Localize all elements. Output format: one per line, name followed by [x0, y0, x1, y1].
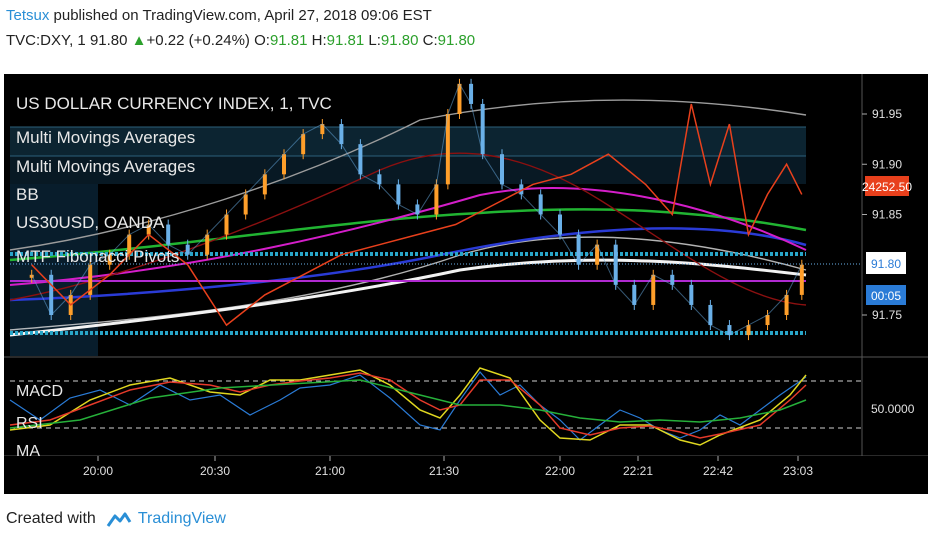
candle-body — [282, 154, 286, 175]
ohlc-c-value: 91.80 — [437, 32, 476, 49]
candle-body — [49, 274, 54, 315]
symbol-info: TVC:DXY, 1 91.80 ▲+0.22 (+0.24%) O:91.81… — [6, 32, 475, 49]
candle-body — [784, 294, 789, 315]
ohlc-l-value: 91.80 — [380, 32, 419, 49]
candle-body — [576, 234, 581, 265]
candle-body — [613, 244, 618, 285]
ohlc-o-label: O: — [254, 32, 270, 49]
price-tick-label: 91.75 — [872, 308, 902, 322]
time-tick-label: 21:00 — [315, 464, 345, 478]
time-tick-label: 20:00 — [83, 464, 113, 478]
candle-body — [224, 214, 229, 235]
ohlc-o-value: 91.81 — [269, 32, 308, 49]
ohlc-h-value: 91.81 — [326, 32, 365, 49]
us30-price-label: 24252.50 — [862, 180, 912, 194]
legend-item[interactable]: Multi Movings Averages — [16, 128, 195, 147]
candle-body — [301, 134, 306, 155]
ohlc-h-label: H: — [311, 32, 327, 49]
created-with-text: Created with — [6, 510, 96, 527]
ohlc-l-label: L: — [368, 32, 381, 49]
candle-body — [377, 174, 382, 185]
tradingview-logo-icon — [106, 512, 132, 527]
price-change: +0.22 (+0.24%) — [146, 32, 250, 49]
candle-body — [708, 304, 713, 326]
legend-item[interactable]: BB — [16, 185, 39, 204]
candle-body — [434, 184, 439, 215]
current-price-label: 91.80 — [871, 257, 901, 271]
ohlc-c-label: C: — [422, 32, 438, 49]
author-link[interactable]: Tetsux — [6, 7, 49, 24]
candle-body — [746, 325, 751, 336]
candle-body — [205, 234, 210, 255]
candle-body — [166, 224, 171, 245]
lower-legend-item[interactable]: MA — [16, 443, 40, 460]
time-tick-label: 23:03 — [783, 464, 813, 478]
tradingview-brand[interactable]: TradingView — [138, 510, 226, 528]
price-tick-label: 91.90 — [872, 157, 902, 171]
legend-item[interactable]: US30USD, OANDA — [16, 213, 165, 232]
legend-item[interactable]: US DOLLAR CURRENCY INDEX, 1, TVC — [16, 94, 332, 113]
time-tick-label: 21:30 — [429, 464, 459, 478]
footer: Created with TradingView — [6, 510, 226, 528]
time-tick-label: 22:00 — [545, 464, 575, 478]
candle-body — [727, 325, 732, 336]
time-tick-label: 22:42 — [703, 464, 733, 478]
countdown-label: 00:05 — [871, 289, 901, 303]
candle-body — [500, 154, 504, 185]
lower-pane-tick: 50.0000 — [871, 402, 915, 416]
publish-info: Tetsux published on TradingView.com, Apr… — [6, 7, 432, 24]
time-tick-label: 22:21 — [623, 464, 653, 478]
lower-legend-item[interactable]: MACD — [16, 383, 63, 400]
candle-body — [396, 184, 401, 205]
candle-body — [243, 194, 248, 215]
candle-body — [765, 315, 770, 326]
candle-body — [651, 274, 656, 305]
up-arrow-icon: ▲ — [131, 32, 147, 49]
candle-body — [538, 194, 543, 215]
time-tick-label: 20:30 — [200, 464, 230, 478]
last-price: 91.80 — [89, 32, 128, 49]
price-tick-label: 91.85 — [872, 208, 902, 222]
candle-body — [799, 264, 804, 295]
candle-body — [358, 144, 363, 175]
published-text: published on TradingView.com, April 27, … — [53, 7, 432, 24]
candle-body — [558, 214, 562, 235]
chart-canvas[interactable]: US DOLLAR CURRENCY INDEX, 1, TVC Multi Mo… — [0, 70, 932, 498]
legend-item[interactable]: MTF Fibonacci Pivots — [16, 247, 179, 266]
candle-body — [262, 174, 267, 195]
legend-item[interactable]: Multi Movings Averages — [16, 157, 195, 176]
price-tick-label: 91.95 — [872, 107, 902, 121]
candle-body — [689, 284, 694, 305]
symbol-label: TVC:DXY, 1 — [6, 32, 86, 49]
lower-legend-item[interactable]: RSI — [16, 415, 43, 432]
candle-body — [670, 274, 675, 285]
candle-body — [339, 124, 344, 145]
